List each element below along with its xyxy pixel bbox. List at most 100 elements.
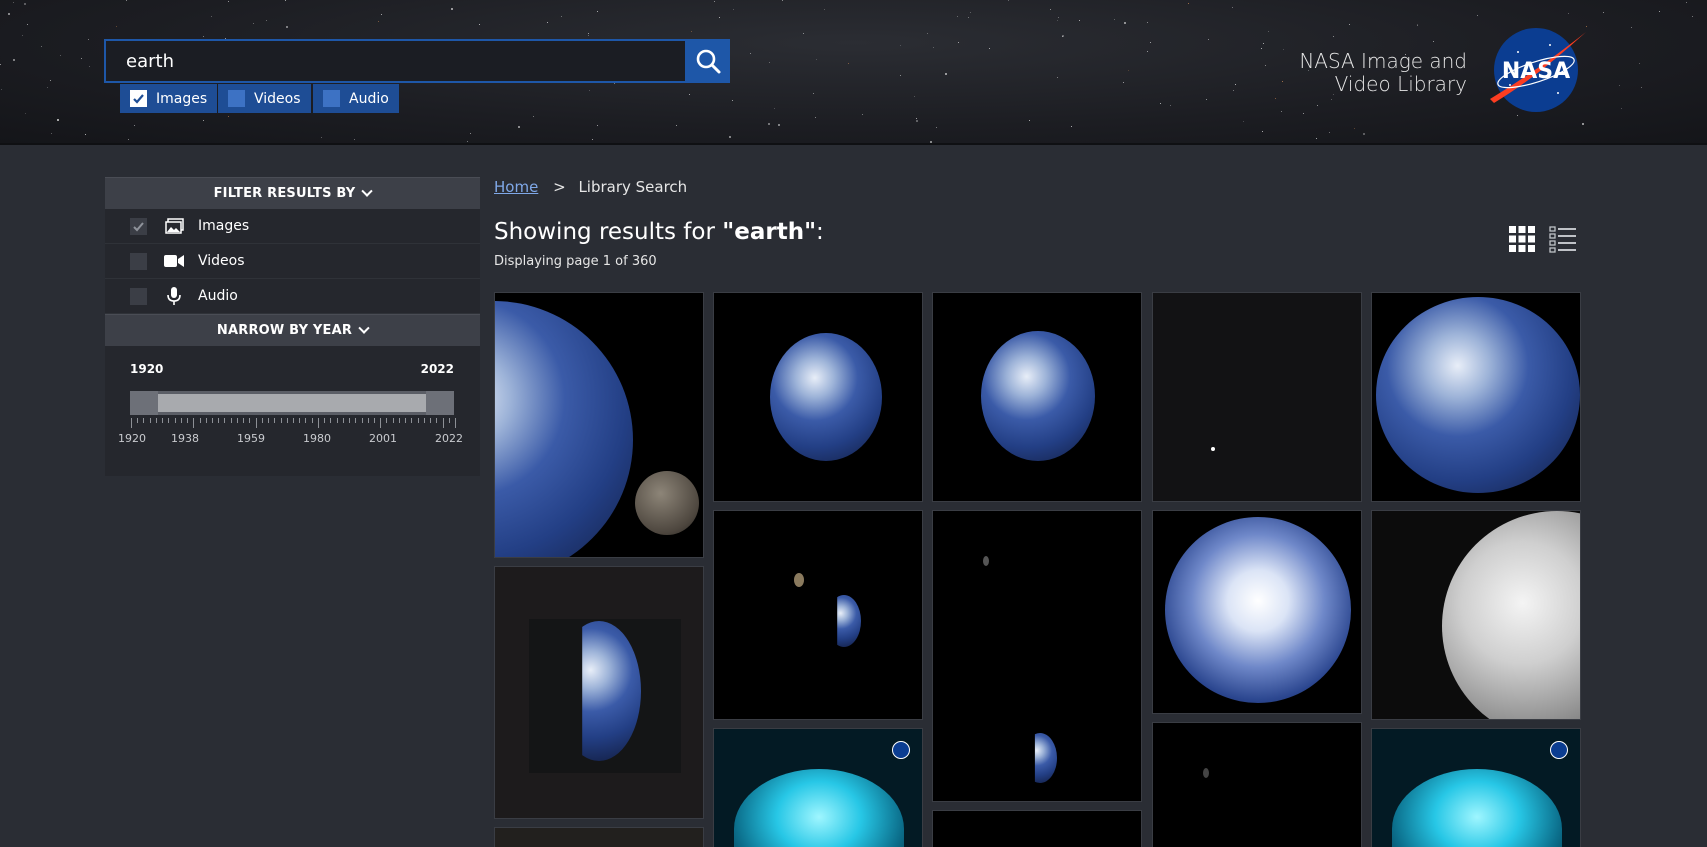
year-slider-track[interactable]: [130, 391, 454, 415]
star-dot: [24, 3, 26, 5]
media-type-videos[interactable]: Videos: [218, 84, 311, 113]
tick-mark: [200, 418, 201, 423]
result-tile[interactable]: [494, 566, 704, 819]
star-dot: [518, 126, 520, 128]
tick-label: 1938: [171, 432, 199, 445]
list-view-icon[interactable]: [1549, 225, 1577, 253]
tick-mark: [380, 418, 381, 428]
star-dot: [597, 11, 598, 12]
results-suffix: :: [816, 219, 824, 245]
result-tile[interactable]: [713, 292, 923, 502]
result-tile[interactable]: [1152, 292, 1362, 502]
star-dot: [1303, 113, 1304, 114]
star-dot: [1641, 87, 1642, 88]
checkbox-icon[interactable]: [130, 252, 147, 270]
star-dot: [1263, 43, 1264, 44]
tick-mark: [337, 418, 338, 423]
moon-image: [1203, 768, 1209, 778]
result-tile[interactable]: [932, 292, 1142, 502]
tick-label: 2022: [435, 432, 463, 445]
star-dot: [13, 2, 14, 3]
tick-mark: [386, 418, 387, 423]
result-tile[interactable]: [932, 510, 1142, 802]
grid-view-icon[interactable]: [1508, 225, 1536, 253]
star-dot: [768, 123, 770, 125]
star-dot: [824, 9, 825, 10]
tick-mark: [156, 418, 157, 423]
star-dot: [1659, 11, 1660, 12]
star-dot: [1619, 85, 1620, 86]
media-type-images[interactable]: Images: [120, 84, 218, 113]
search-input[interactable]: [106, 41, 686, 81]
breadcrumb-home-link[interactable]: Home: [494, 178, 538, 196]
star-dot: [815, 117, 816, 118]
tick-mark: [143, 418, 144, 423]
search-button[interactable]: [686, 39, 730, 83]
tick-mark: [305, 418, 306, 423]
result-tile[interactable]: [1371, 728, 1581, 847]
star-dot: [1317, 105, 1318, 106]
nasa-logo[interactable]: NASA: [1488, 27, 1588, 113]
narrow-by-year-toggle[interactable]: NARROW BY YEAR: [105, 314, 480, 346]
site-title[interactable]: NASA Image and Video Library: [1299, 50, 1467, 96]
result-tile[interactable]: [494, 827, 704, 847]
star-dot: [89, 66, 90, 67]
star-dot: [85, 134, 86, 135]
checkbox-checked-icon[interactable]: [130, 217, 147, 235]
star-dot: [266, 20, 267, 21]
star-dot: [782, 0, 783, 1]
checkbox-icon[interactable]: [228, 90, 245, 107]
media-type-label: Images: [156, 90, 208, 107]
star-dot: [1206, 99, 1207, 100]
year-slider-end-handle[interactable]: [426, 391, 454, 415]
tick-label: 1959: [237, 432, 265, 445]
star-dot: [1232, 7, 1233, 8]
tick-mark: [455, 418, 456, 428]
star-dot: [1692, 16, 1693, 17]
star-dot: [945, 73, 947, 75]
result-tile[interactable]: [1371, 510, 1581, 720]
filter-row-images[interactable]: Images: [105, 209, 480, 244]
checkbox-icon[interactable]: [323, 90, 340, 107]
media-type-audio[interactable]: Audio: [313, 84, 399, 113]
filter-row-audio[interactable]: Audio: [105, 279, 480, 314]
search-icon: [696, 49, 721, 74]
tick-mark: [324, 418, 325, 423]
tick-mark: [256, 418, 257, 428]
result-tile[interactable]: [494, 292, 704, 558]
result-tile[interactable]: [713, 728, 923, 847]
star-dot: [816, 59, 817, 60]
checkbox-icon[interactable]: [130, 287, 147, 305]
tick-mark: [399, 418, 400, 423]
star-dot: [1233, 90, 1234, 91]
tick-mark: [424, 418, 425, 423]
result-tile[interactable]: [932, 810, 1142, 847]
year-slider-ticks: [131, 418, 456, 428]
earth-image: [495, 301, 633, 557]
star-dot: [957, 16, 958, 17]
star-dot: [1621, 108, 1622, 109]
star-dot: [1147, 22, 1148, 23]
star-dot: [597, 125, 598, 126]
star-dot: [589, 90, 590, 91]
result-tile[interactable]: [1371, 292, 1581, 502]
star-dot: [203, 36, 204, 37]
star-dot: [588, 33, 589, 34]
result-tile[interactable]: [713, 510, 923, 720]
earth-image: [1034, 733, 1057, 783]
tick-mark: [362, 418, 363, 423]
filter-row-videos[interactable]: Videos: [105, 244, 480, 279]
year-slider-start-handle[interactable]: [130, 391, 158, 415]
result-tile[interactable]: [1152, 722, 1362, 847]
year-slider-range: [158, 394, 426, 412]
star-dot: [1686, 2, 1687, 3]
star-dot: [134, 125, 135, 126]
site-title-line1: NASA Image and: [1299, 49, 1467, 73]
filter-results-toggle[interactable]: FILTER RESULTS BY: [105, 177, 480, 209]
result-tile[interactable]: [1152, 510, 1362, 714]
star-dot: [533, 116, 534, 117]
tick-mark: [281, 418, 282, 423]
checkbox-checked-icon[interactable]: [130, 90, 147, 107]
filter-label: Audio: [198, 288, 238, 304]
star-dot: [1582, 123, 1584, 125]
